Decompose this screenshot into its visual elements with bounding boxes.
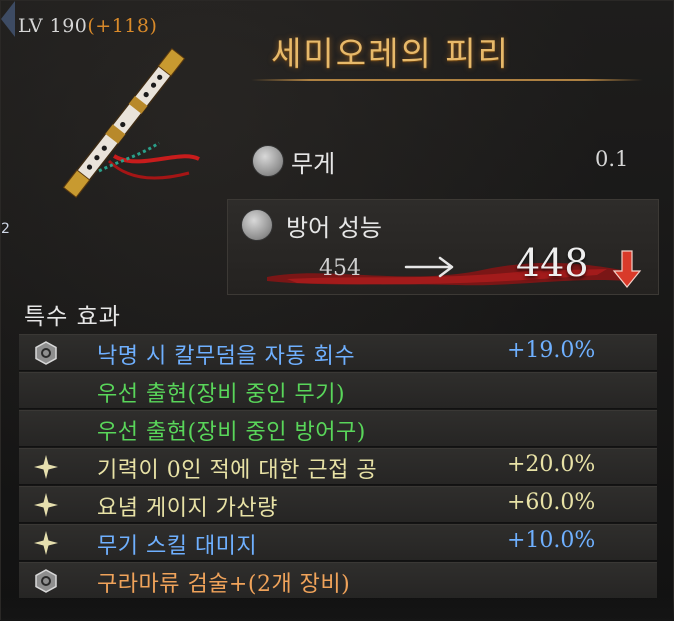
arrow-right-icon [404, 256, 454, 278]
flute-icon [62, 48, 200, 198]
side-tab-number: 2 [1, 221, 10, 237]
defense-label: 방어 성능 [286, 214, 382, 242]
effect-text: 낙명 시 칼무덤을 자동 회수 [97, 344, 356, 369]
effect-text: 무기 스킬 대미지 [97, 534, 258, 559]
weight-icon [252, 145, 284, 177]
special-effects-title: 특수 효과 [24, 304, 121, 330]
effect-text: 기력이 0인 적에 대한 근접 공 [97, 458, 378, 483]
sparkle-icon [34, 493, 58, 517]
effect-text: 구라마류 검술+(2개 장비) [97, 572, 351, 597]
weight-value: 0.1 [595, 147, 629, 171]
item-name: 세미오레의 피리 [271, 34, 511, 73]
effect-value: +20.0% [507, 452, 596, 477]
effect-text: 우선 출현(장비 중인 방어구) [97, 420, 366, 445]
sparkle-icon [34, 531, 58, 555]
effect-value: +60.0% [507, 490, 596, 515]
title-divider [251, 79, 643, 81]
weight-label: 무게 [291, 150, 336, 178]
hexagon-icon [35, 569, 57, 593]
effect-value: +10.0% [507, 528, 596, 553]
panel-bottom-fade [1, 597, 674, 621]
effect-value: +19.0% [507, 338, 596, 363]
hexagon-icon [35, 341, 57, 365]
decrease-arrow-icon [612, 250, 642, 288]
defense-current-value: 448 [516, 241, 589, 285]
item-tooltip-panel: LV 190(+118) 2 세미오레의 피리 무게 0.1 방어 성능 454… [0, 0, 674, 621]
sparkle-icon [34, 455, 58, 479]
side-tab[interactable] [1, 1, 15, 37]
effect-text: 요념 게이지 가산량 [97, 496, 278, 521]
effect-text: 우선 출현(장비 중인 무기) [97, 382, 346, 407]
armor-icon [241, 209, 273, 241]
defense-previous-value: 454 [319, 256, 361, 281]
